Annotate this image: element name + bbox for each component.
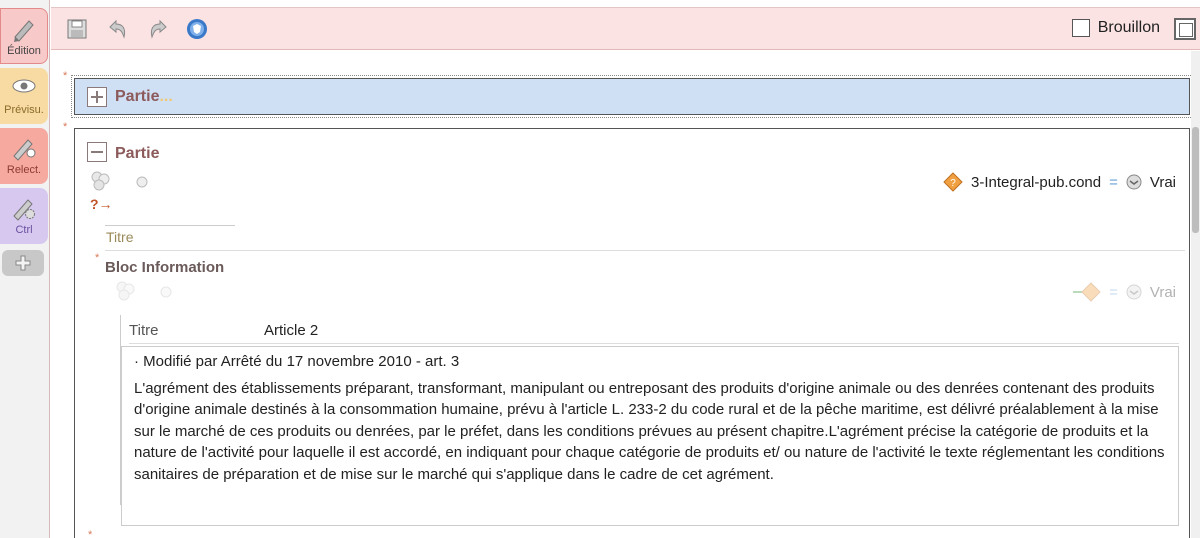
condition-operator: = [1109, 173, 1118, 191]
mode-rail: Édition Prévisu. Relect. Ctrl [0, 0, 50, 538]
modification-note: · Modifié par Arrêté du 17 novembre 2010… [134, 353, 460, 370]
bloc-body: Titre Article 2 · Modifié par Arrêté du … [120, 315, 1180, 526]
add-button[interactable] [2, 250, 44, 276]
question-arrow-icon[interactable]: ?→ [90, 196, 113, 212]
tab-ctrl[interactable]: Ctrl [0, 188, 48, 244]
top-strip [51, 0, 1200, 8]
gear-pencil-icon [13, 199, 35, 221]
draft-label: Brouillon [1097, 19, 1160, 36]
bloc-condition-operator: = [1109, 283, 1118, 301]
tab-edition-label: Édition [7, 45, 41, 57]
part-collapsed[interactable]: Partie... [71, 75, 1193, 118]
article-text-editor[interactable]: · Modifié par Arrêté du 17 novembre 2010… [121, 346, 1179, 526]
dot-icon[interactable] [135, 175, 149, 189]
tab-relect[interactable]: Relect. [0, 128, 48, 184]
condition-row[interactable]: ? 3-Integral-pub.cond = Vrai [943, 172, 1176, 192]
draft-checkbox[interactable] [1071, 19, 1090, 37]
toggle-icon [1126, 174, 1142, 190]
bloc-condition-row[interactable]: = Vrai [1073, 282, 1176, 302]
shield-icon[interactable] [186, 18, 208, 40]
required-marker: * [95, 252, 100, 264]
condition-arrow-icon [1073, 282, 1101, 302]
collapse-button[interactable] [87, 142, 107, 162]
required-marker: * [63, 121, 68, 133]
expand-button[interactable] [87, 87, 107, 107]
plus-icon [15, 255, 31, 271]
group-bubbles-icon[interactable] [90, 171, 112, 191]
pencil-icon [14, 20, 34, 42]
svg-text:?: ? [950, 178, 956, 189]
tab-edition[interactable]: Édition [0, 8, 48, 64]
tab-ctrl-label: Ctrl [15, 224, 33, 236]
toggle-icon [1126, 284, 1142, 300]
bloc-title: Bloc Information [105, 259, 225, 276]
draft-toggle[interactable]: Brouillon [1071, 19, 1160, 37]
part-title: Partie [115, 145, 160, 162]
titre-field[interactable]: Titre [105, 225, 1185, 251]
condition-value: Vrai [1149, 173, 1176, 191]
vertical-scrollbar[interactable] [1191, 51, 1200, 538]
scrollbar-thumb[interactable] [1192, 127, 1199, 233]
dot-icon[interactable] [159, 285, 173, 299]
save-icon[interactable] [66, 18, 88, 40]
part-expanded: Partie ? 3-Integral-pub.cond = Vrai ?→ T… [74, 128, 1190, 538]
editor-content: * Partie... * Partie ? 3-Integral-pub.co… [51, 51, 1193, 538]
tab-previsu-label: Prévisu. [4, 104, 44, 116]
tab-relect-label: Relect. [6, 164, 42, 176]
titre-label: Titre [106, 229, 134, 245]
required-marker: * [63, 70, 68, 82]
toolbar: Brouillon [51, 8, 1200, 50]
condition-name: 3-Integral-pub.cond [971, 173, 1102, 191]
part-title: Partie... [115, 88, 173, 105]
undo-icon[interactable] [107, 18, 129, 40]
article-title-label: Titre [129, 322, 159, 339]
article-paragraph: L'agrément des établissements préparant,… [134, 379, 1165, 483]
group-bubbles-icon[interactable] [115, 281, 137, 301]
maximize-button[interactable] [1174, 18, 1196, 40]
article-title-value: Article 2 [264, 322, 319, 339]
redo-icon[interactable] [147, 18, 169, 40]
eye-icon [12, 79, 36, 93]
condition-diamond-icon: ? [943, 172, 963, 192]
review-pencil-icon [13, 139, 36, 161]
required-marker: * [88, 529, 93, 538]
tab-previsu[interactable]: Prévisu. [0, 68, 48, 124]
article-title-row[interactable]: Titre Article 2 [129, 318, 1179, 344]
bloc-condition-value: Vrai [1149, 283, 1176, 301]
